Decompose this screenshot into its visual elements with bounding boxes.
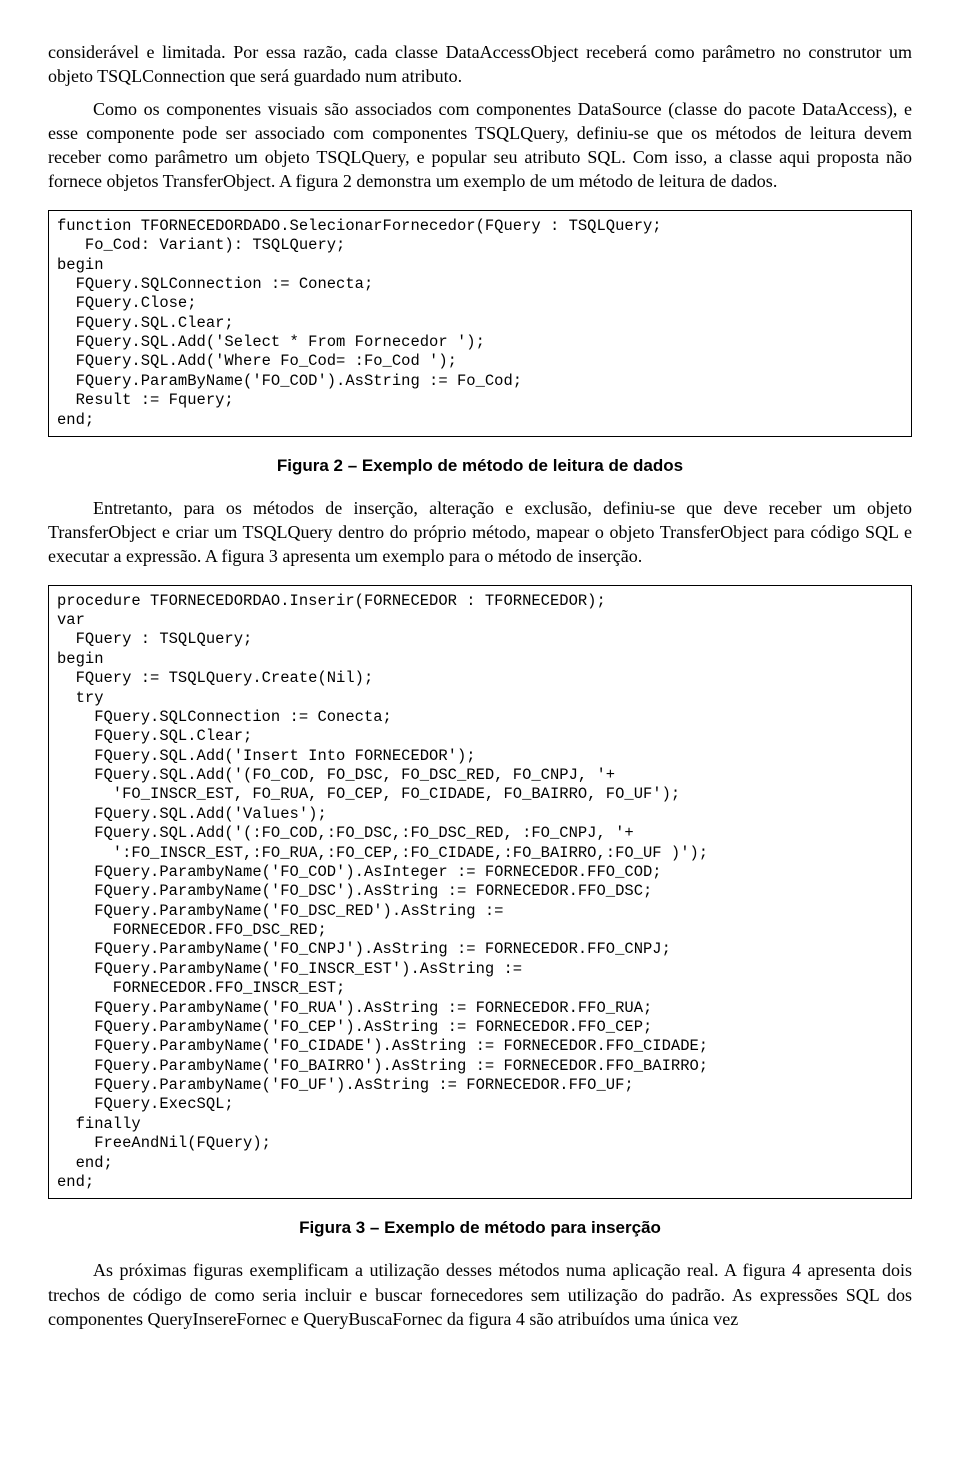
body-paragraph-2: Como os componentes visuais são associad…	[48, 97, 912, 194]
body-paragraph-1: considerável e limitada. Por essa razão,…	[48, 40, 912, 89]
body-paragraph-4: As próximas figuras exemplificam a utili…	[48, 1258, 912, 1331]
caption-figure-2: Figura 2 – Exemplo de método de leitura …	[48, 455, 912, 478]
caption-figure-3: Figura 3 – Exemplo de método para inserç…	[48, 1217, 912, 1240]
code-block-figure-3: procedure TFORNECEDORDAO.Inserir(FORNECE…	[48, 585, 912, 1200]
code-block-figure-2: function TFORNECEDORDADO.SelecionarForne…	[48, 210, 912, 437]
body-paragraph-3: Entretanto, para os métodos de inserção,…	[48, 496, 912, 569]
